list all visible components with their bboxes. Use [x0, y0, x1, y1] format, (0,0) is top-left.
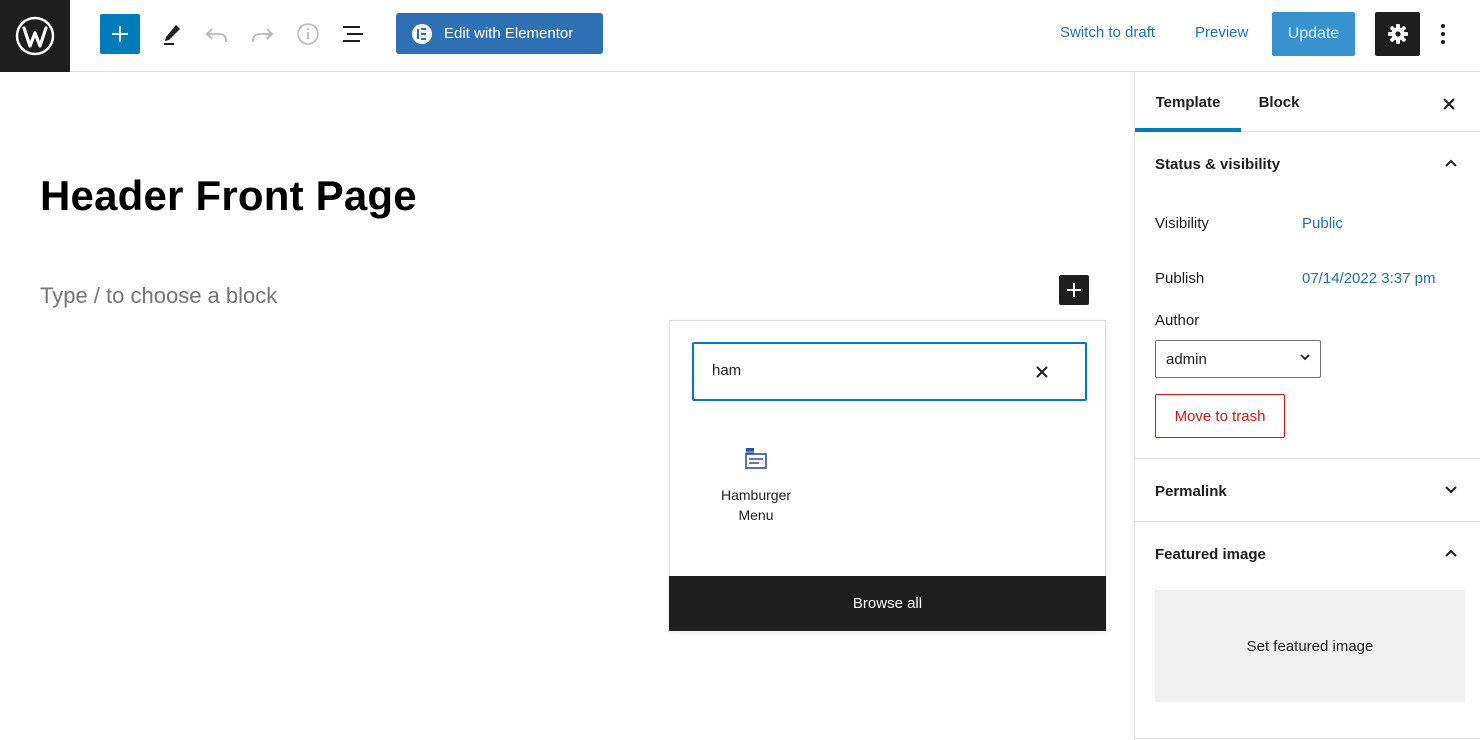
- block-appender-placeholder[interactable]: Type / to choose a block: [40, 283, 277, 309]
- edit-with-elementor-button[interactable]: Edit with Elementor: [396, 13, 603, 54]
- switch-to-draft-button[interactable]: Switch to draft: [1060, 24, 1155, 41]
- block-search-input[interactable]: [712, 362, 1012, 379]
- tab-block[interactable]: Block: [1247, 72, 1311, 132]
- redo-icon: [252, 28, 274, 42]
- preview-button[interactable]: Preview: [1195, 24, 1248, 41]
- options-menu-button[interactable]: [1430, 14, 1456, 54]
- panel-title: Status & visibility: [1155, 155, 1281, 173]
- elementor-button-label: Edit with Elementor: [444, 25, 574, 42]
- browse-all-button[interactable]: Browse all: [669, 576, 1106, 631]
- author-select[interactable]: admin: [1155, 340, 1321, 378]
- block-result-hamburger-menu[interactable]: Hamburger Menu: [700, 445, 812, 541]
- visibility-label: Visibility: [1155, 215, 1209, 232]
- list-view-icon: [343, 26, 363, 42]
- panel-title: Featured image: [1155, 545, 1266, 563]
- info-icon: [297, 23, 319, 45]
- move-to-trash-button[interactable]: Move to trash: [1155, 394, 1285, 438]
- undo-button[interactable]: [197, 14, 237, 54]
- sidebar-tabs: Template Block: [1135, 72, 1480, 132]
- gear-icon: [1387, 24, 1408, 44]
- chevron-down-icon: [1441, 480, 1461, 500]
- featured-image-panel-toggle[interactable]: Featured image: [1135, 523, 1480, 585]
- redo-button[interactable]: [242, 14, 282, 54]
- tab-template[interactable]: Template: [1135, 72, 1241, 132]
- publish-label: Publish: [1155, 270, 1205, 287]
- details-button[interactable]: [288, 14, 328, 54]
- chevron-down-icon: [1298, 350, 1312, 368]
- settings-button[interactable]: [1375, 12, 1420, 56]
- wordpress-logo-icon[interactable]: [0, 0, 70, 72]
- page-title[interactable]: Header Front Page: [40, 172, 417, 220]
- block-search-box[interactable]: [692, 342, 1087, 401]
- block-result-label: Hamburger Menu: [720, 487, 792, 523]
- inline-add-block-button[interactable]: [1059, 275, 1089, 305]
- clear-search-button[interactable]: [1031, 361, 1053, 383]
- block-inserter-popover: Hamburger Menu Browse all: [669, 320, 1106, 631]
- permalink-panel-toggle[interactable]: Permalink: [1135, 460, 1480, 522]
- plus-icon: [112, 26, 128, 42]
- author-selected-value: admin: [1166, 350, 1207, 368]
- chevron-up-icon: [1441, 153, 1461, 173]
- undo-icon: [205, 28, 227, 42]
- list-view-button[interactable]: [333, 14, 373, 54]
- panel-divider: [1135, 521, 1480, 522]
- set-featured-image-button[interactable]: Set featured image: [1155, 590, 1465, 702]
- panel-divider: [1135, 458, 1480, 459]
- editor-toolbar: Edit with Elementor Switch to draft Prev…: [0, 0, 1480, 72]
- publish-date-link[interactable]: 07/14/2022 3:37 pm: [1302, 270, 1435, 287]
- pencil-icon: [164, 25, 180, 45]
- add-block-button[interactable]: [100, 14, 140, 54]
- close-icon: [1443, 98, 1455, 110]
- close-sidebar-button[interactable]: [1437, 92, 1461, 116]
- elementor-icon: [412, 23, 432, 44]
- author-label: Author: [1155, 312, 1200, 329]
- close-icon: [1036, 366, 1048, 378]
- hamburger-menu-block-icon: [745, 448, 767, 469]
- chevron-up-icon: [1441, 543, 1461, 563]
- settings-sidebar: Template Block Status & visibility Visib…: [1134, 72, 1480, 740]
- more-vertical-icon: [1441, 24, 1445, 44]
- status-visibility-panel-toggle[interactable]: Status & visibility: [1135, 133, 1480, 195]
- tools-button[interactable]: [152, 14, 192, 54]
- plus-icon: [1067, 283, 1081, 297]
- visibility-value-link[interactable]: Public: [1302, 215, 1343, 232]
- panel-title: Permalink: [1155, 482, 1227, 500]
- update-button[interactable]: Update: [1272, 12, 1355, 56]
- panel-divider: [1135, 738, 1480, 739]
